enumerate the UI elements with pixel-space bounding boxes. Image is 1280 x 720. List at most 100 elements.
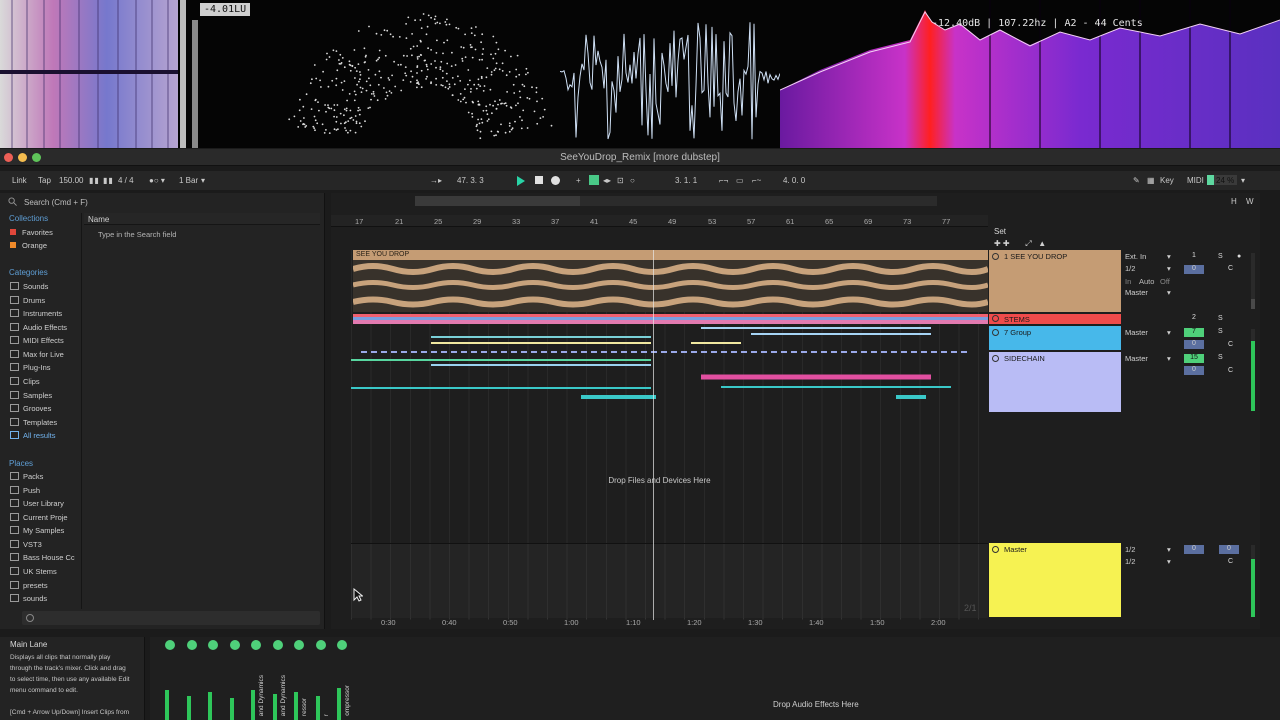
preview-toggle-icon[interactable] (26, 614, 34, 622)
follow-icon[interactable]: →▸ (430, 176, 442, 185)
collection-favorites[interactable]: Favorites (10, 228, 53, 239)
device-slot[interactable]: r (311, 637, 331, 720)
record-icon[interactable] (551, 176, 560, 185)
loop-switch-icon[interactable]: ▭ (736, 176, 744, 185)
tap-tempo-button[interactable]: Tap (38, 176, 51, 185)
stems-group-clips[interactable] (353, 314, 988, 324)
device-slot[interactable]: ompressor (332, 637, 352, 720)
key-map-button[interactable]: Key (1160, 176, 1174, 185)
overdub-icon[interactable]: + (576, 176, 581, 185)
track-header-sidechain[interactable]: SIDECHAIN (989, 352, 1121, 412)
device-on-icon[interactable] (273, 640, 283, 650)
place-vst3[interactable]: VST3 (10, 540, 42, 551)
device-slot[interactable] (225, 637, 245, 720)
master-volume-field[interactable]: 0 (1219, 545, 1239, 554)
overview-selection[interactable] (415, 196, 580, 206)
place-user-library[interactable]: User Library (10, 499, 64, 510)
category-plug-ins[interactable]: Plug-Ins (10, 363, 51, 374)
capture-icon[interactable]: ⊡ (617, 176, 624, 185)
link-button[interactable]: Link (12, 176, 27, 185)
category-max-for-live[interactable]: Max for Live (10, 350, 64, 361)
cue-out-select[interactable]: 1/2 (1125, 545, 1135, 554)
pan-field[interactable]: C (1228, 558, 1233, 565)
output-select[interactable]: Master (1125, 354, 1148, 363)
chevron-down-icon[interactable]: ▾ (1167, 545, 1171, 554)
category-all-results[interactable]: All results (10, 431, 56, 442)
cue-volume-field[interactable]: 0 (1184, 545, 1204, 554)
place-bass-house[interactable]: Bass House Cc (10, 553, 75, 564)
track-name[interactable]: Master (1004, 545, 1027, 554)
track-name[interactable]: 1 SEE YOU DROP (1004, 252, 1067, 261)
chevron-down-icon[interactable]: ▾ (1167, 252, 1171, 261)
loop-icon[interactable]: ○ (630, 176, 635, 185)
time-ruler[interactable]: 0:30 0:40 0:50 1:00 1:10 1:20 1:30 1:40 … (331, 617, 988, 629)
category-grooves[interactable]: Grooves (10, 404, 51, 415)
device-on-icon[interactable] (337, 640, 347, 650)
w-button[interactable]: W (1246, 197, 1254, 206)
monitor-off[interactable]: Off (1160, 277, 1170, 286)
fold-icon[interactable] (992, 355, 999, 362)
keyboard-icon[interactable]: ▦ (1147, 176, 1155, 185)
device-slot[interactable] (160, 637, 180, 720)
chevron-down-icon[interactable]: ▾ (1167, 557, 1171, 566)
output-select[interactable]: Master (1125, 328, 1148, 337)
loop-length-field[interactable]: 4. 0. 0 (783, 176, 805, 185)
time-signature-field[interactable]: 4 / 4 (118, 176, 134, 185)
fold-icon[interactable] (992, 315, 999, 322)
volume-field[interactable]: 0 (1184, 366, 1204, 375)
input-channel-select[interactable]: 1/2 (1125, 264, 1135, 273)
pan-field[interactable]: C (1228, 341, 1233, 348)
device-slot[interactable] (182, 637, 202, 720)
chevron-down-icon[interactable]: ▾ (201, 176, 205, 185)
chevron-down-icon[interactable]: ▾ (1167, 288, 1171, 297)
pan-field[interactable]: C (1228, 367, 1233, 374)
main-out-select[interactable]: 1/2 (1125, 557, 1135, 566)
fold-icon[interactable] (992, 546, 999, 553)
device-on-icon[interactable] (208, 640, 218, 650)
drop-zone[interactable]: Drop Files and Devices Here (331, 476, 988, 485)
automation-arm-button[interactable] (589, 175, 599, 185)
arm-icon[interactable]: ● (1237, 253, 1241, 260)
output-select[interactable]: Master (1125, 288, 1148, 297)
group-clips[interactable] (351, 325, 988, 415)
track-header-see-you-drop[interactable]: 1 SEE YOU DROP (989, 250, 1121, 312)
chevron-down-icon[interactable]: ▾ (1167, 328, 1171, 337)
track-name[interactable]: 7 Group (1004, 328, 1031, 337)
category-clips[interactable]: Clips (10, 377, 40, 388)
device-slot[interactable]: and Dynamics (268, 637, 288, 720)
preview-waveform[interactable] (22, 611, 320, 625)
metronome-icon[interactable]: ●○ ▾ (149, 176, 165, 185)
fold-icon[interactable] (992, 253, 999, 260)
place-presets[interactable]: presets (10, 581, 48, 592)
loop-start-field[interactable]: 3. 1. 1 (675, 176, 697, 185)
category-drums[interactable]: Drums (10, 296, 45, 307)
monitor-auto[interactable]: Auto (1139, 277, 1154, 286)
chevron-down-icon[interactable]: ▾ (1167, 264, 1171, 273)
device-slot[interactable] (203, 637, 223, 720)
arrangement-overview[interactable] (415, 196, 937, 206)
tempo-field[interactable]: 150.00 (59, 176, 83, 185)
drop-audio-effects-zone[interactable]: Drop Audio Effects Here (773, 700, 859, 709)
stop-icon[interactable] (535, 176, 543, 184)
volume-field[interactable]: 0 (1184, 265, 1204, 274)
device-on-icon[interactable] (187, 640, 197, 650)
track-name[interactable]: STEMS (1004, 315, 1030, 324)
input-type-select[interactable]: Ext. In (1125, 252, 1146, 261)
category-instruments[interactable]: Instruments (10, 309, 62, 320)
track-header-master[interactable]: Master (989, 543, 1121, 617)
place-uk-stems[interactable]: UK Stems (10, 567, 57, 578)
chevron-down-icon[interactable]: ▾ (1241, 176, 1245, 185)
category-templates[interactable]: Templates (10, 418, 57, 429)
device-slot[interactable]: and Dynamics (246, 637, 266, 720)
category-audio-effects[interactable]: Audio Effects (10, 323, 67, 334)
draw-mode-icon[interactable]: ✎ (1133, 176, 1140, 185)
monitor-in[interactable]: In (1125, 277, 1131, 286)
name-column-header[interactable]: Name (88, 215, 109, 224)
track-number[interactable]: 2 (1184, 314, 1204, 323)
device-on-icon[interactable] (165, 640, 175, 650)
midi-map-button[interactable]: MIDI (1187, 176, 1204, 185)
place-current-project[interactable]: Current Proje (10, 513, 68, 524)
arrangement-position-field[interactable]: 47. 3. 3 (457, 176, 484, 185)
category-midi-effects[interactable]: MIDI Effects (10, 336, 64, 347)
track-header-7-group[interactable]: 7 Group (989, 326, 1121, 350)
